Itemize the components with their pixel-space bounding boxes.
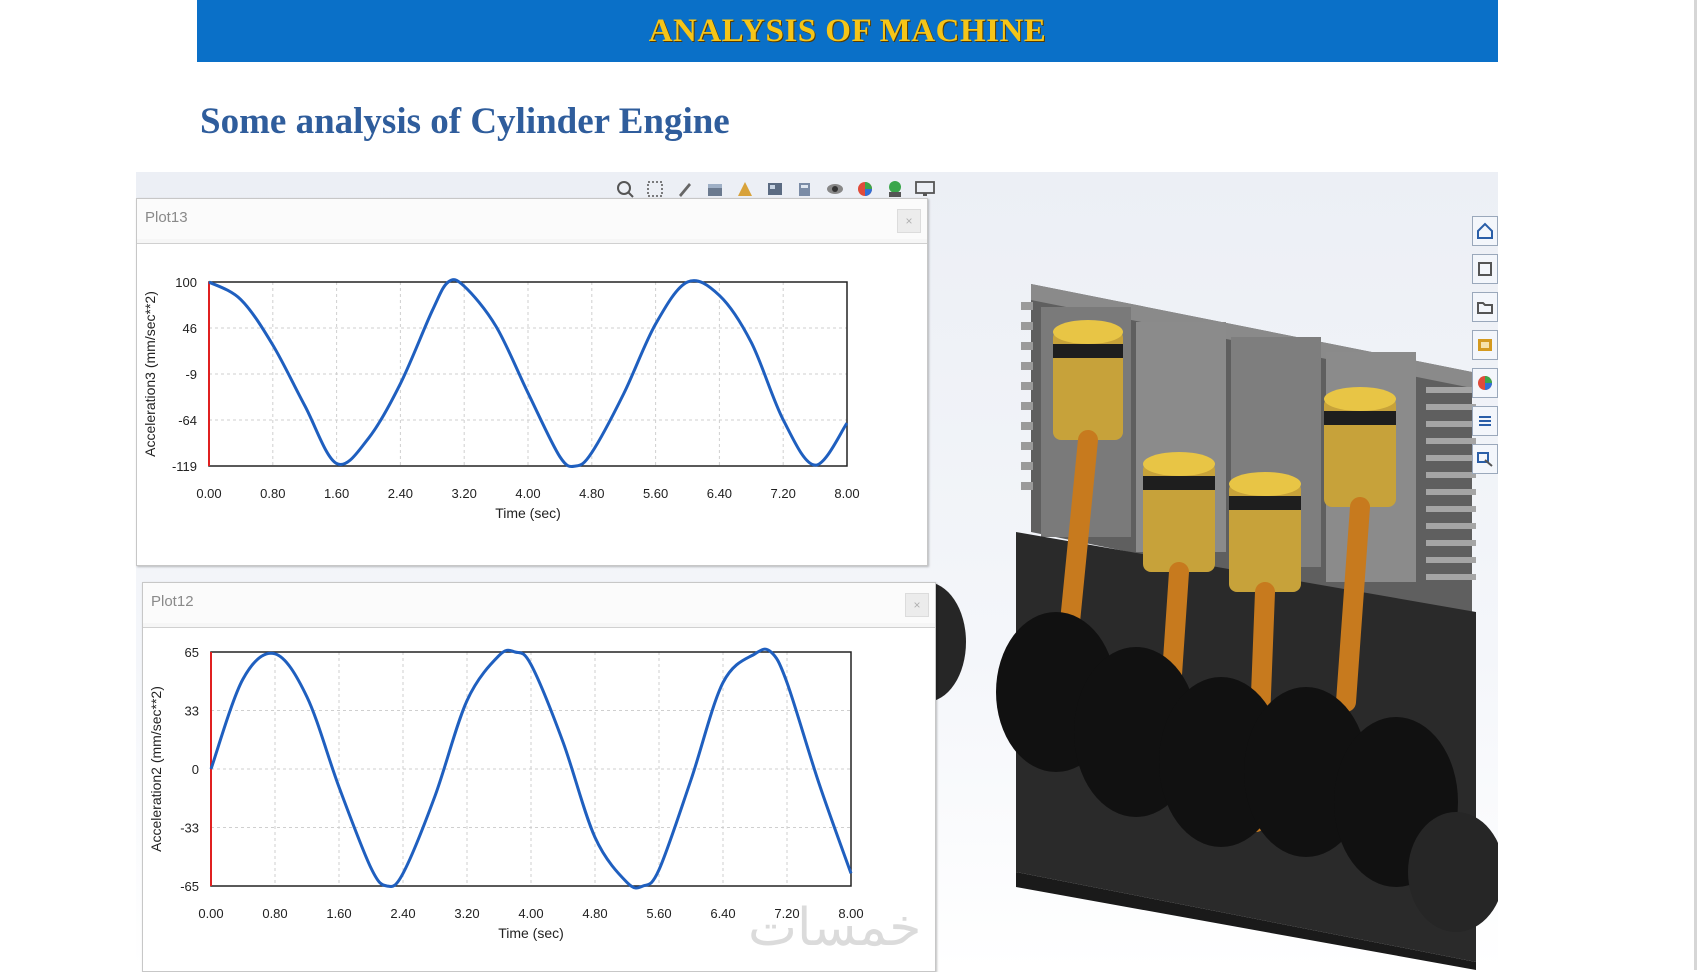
banner-title: ANALYSIS OF MACHINE — [648, 12, 1047, 49]
x-tick-label: 4.80 — [579, 486, 604, 501]
y-tick-label: 65 — [185, 645, 199, 660]
zoom-fit-icon[interactable] — [614, 178, 636, 200]
zoom-area-icon[interactable] — [644, 178, 666, 200]
x-tick-label: 8.00 — [834, 486, 859, 501]
plot-titlebar[interactable]: Plot12 × — [143, 583, 935, 623]
x-tick-label: 4.80 — [582, 906, 607, 921]
x-axis-title: Time (sec) — [495, 505, 561, 521]
x-axis-title: Time (sec) — [498, 925, 564, 941]
x-tick-label: 6.40 — [710, 906, 735, 921]
x-tick-label: 0.80 — [260, 486, 285, 501]
y-tick-label: 46 — [183, 321, 197, 336]
y-tick-label: -119 — [172, 459, 197, 474]
section-view-icon[interactable] — [704, 178, 726, 200]
watermark-logo: خمسات — [748, 898, 922, 958]
custom-icon[interactable] — [1472, 444, 1498, 474]
x-tick-label: 0.00 — [198, 906, 223, 921]
y-tick-label: 0 — [192, 762, 199, 777]
page-edge-divider — [1694, 0, 1697, 970]
x-tick-label: 1.60 — [324, 486, 349, 501]
x-tick-label: 2.40 — [390, 906, 415, 921]
close-button[interactable]: × — [905, 593, 929, 617]
view-orientation-icon[interactable] — [764, 178, 786, 200]
plot-title: Plot12 — [151, 593, 194, 610]
x-tick-label: 2.40 — [388, 486, 413, 501]
x-tick-label: 5.60 — [643, 486, 668, 501]
y-tick-label: 100 — [175, 275, 197, 290]
apply-scene-icon[interactable] — [884, 178, 906, 200]
close-button[interactable]: × — [897, 209, 921, 233]
y-tick-label: -65 — [180, 879, 199, 894]
previous-view-icon[interactable] — [674, 178, 696, 200]
plot-area: 0.00 0.80 1.60 2.40 3.20 4.00 4.80 5.60 6.40 7.20… — [137, 243, 927, 565]
x-tick-label: 7.20 — [771, 486, 796, 501]
x-tick-label: 3.20 — [452, 486, 477, 501]
y-tick-label: -9 — [185, 367, 197, 382]
chart-svg: 0.00 0.80 1.60 2.40 3.20 4.00 4.80 5.60 6.40 7.20… — [142, 275, 860, 521]
edit-appearance-icon[interactable] — [854, 178, 876, 200]
y-axis-title: Acceleration3 (mm/sec**2) — [142, 291, 158, 457]
x-tick-label: 0.80 — [262, 906, 287, 921]
header-banner: ANALYSIS OF MACHINE — [197, 0, 1498, 62]
display-style-icon[interactable] — [794, 178, 816, 200]
properties-icon[interactable] — [1472, 406, 1498, 436]
appearance-icon[interactable] — [1472, 368, 1498, 398]
hide-show-icon[interactable] — [824, 178, 846, 200]
x-tick-label: 0.00 — [196, 486, 221, 501]
plot-title: Plot13 — [145, 209, 188, 226]
dynamic-annotation-icon[interactable] — [734, 178, 756, 200]
plot-titlebar[interactable]: Plot13 × — [137, 199, 927, 239]
library-icon[interactable] — [1472, 330, 1498, 360]
x-tick-label: 4.00 — [518, 906, 543, 921]
plot-window-1[interactable]: Plot13 × 0.00 0.80 1.60 2.40 3.20 4.00 4.80 5.6… — [136, 198, 928, 566]
x-tick-label: 5.60 — [646, 906, 671, 921]
page-heading: Some analysis of Cylinder Engine — [200, 101, 730, 142]
y-tick-label: 33 — [185, 704, 199, 719]
folder-icon[interactable] — [1472, 292, 1498, 322]
y-tick-label: -33 — [180, 821, 199, 836]
part-icon[interactable] — [1472, 254, 1498, 284]
home-icon[interactable] — [1472, 216, 1498, 246]
view-settings-icon[interactable] — [914, 178, 936, 200]
x-tick-label: 4.00 — [515, 486, 540, 501]
y-tick-label: -64 — [178, 413, 197, 428]
y-axis-title: Acceleration2 (mm/sec**2) — [148, 686, 164, 852]
task-pane-tabs — [1472, 216, 1498, 474]
x-tick-label: 1.60 — [326, 906, 351, 921]
x-tick-label: 3.20 — [454, 906, 479, 921]
view-toolbar — [614, 178, 936, 200]
x-tick-label: 6.40 — [707, 486, 732, 501]
